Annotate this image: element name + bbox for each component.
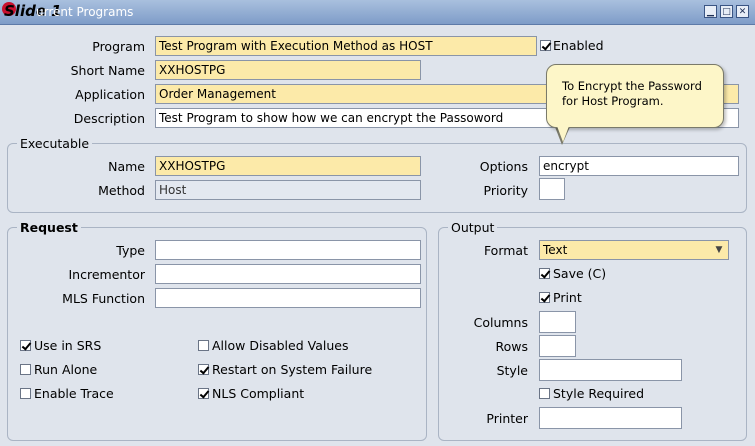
printer-input[interactable] (539, 407, 682, 429)
program-input[interactable]: Test Program with Execution Method as HO… (155, 36, 537, 56)
allow-disabled-values-checkbox[interactable] (198, 340, 209, 351)
executable-name-label: Name (108, 159, 145, 174)
executable-name-input[interactable]: XXHOSTPG (155, 156, 421, 176)
priority-label: Priority (483, 183, 529, 198)
maximize-icon[interactable]: □ (720, 5, 733, 18)
short-name-label: Short Name (70, 63, 145, 78)
enabled-label: Enabled (553, 38, 604, 53)
print-checkbox[interactable] (539, 292, 550, 303)
style-required-checkbox[interactable] (539, 388, 550, 399)
method-input[interactable]: Host (155, 180, 421, 200)
style-input[interactable] (539, 359, 682, 381)
use-in-srs-label: Use in SRS (34, 338, 102, 353)
program-label: Program (92, 39, 145, 54)
tooltip-text: To Encrypt the Password for Host Program… (562, 79, 702, 108)
type-input[interactable] (155, 240, 421, 260)
save-label: Save (C) (553, 266, 607, 281)
run-alone-checkbox[interactable] (20, 364, 31, 375)
chevron-down-icon[interactable]: ▼ (711, 242, 727, 258)
tooltip-tail-inner (557, 126, 569, 142)
columns-input[interactable] (539, 311, 576, 333)
priority-input[interactable] (539, 178, 565, 200)
rows-label: Rows (495, 339, 528, 354)
output-group-title: Output (448, 220, 498, 235)
format-value: Text (543, 243, 568, 257)
print-label: Print (553, 290, 582, 305)
encrypt-tooltip: To Encrypt the Password for Host Program… (546, 64, 724, 128)
restart-on-failure-label: Restart on System Failure (212, 362, 373, 377)
mls-function-input[interactable] (155, 288, 421, 308)
options-label: Options (479, 159, 528, 174)
application-label: Application (75, 87, 145, 102)
format-label: Format (483, 243, 528, 258)
minimize-icon[interactable]: ▁ (704, 5, 717, 18)
style-required-label: Style Required (553, 386, 645, 401)
request-group-title: Request (17, 220, 81, 235)
nls-compliant-checkbox[interactable] (198, 388, 209, 399)
incrementor-input[interactable] (155, 264, 421, 284)
printer-label: Printer (486, 411, 528, 426)
type-label: Type (116, 243, 145, 258)
description-label: Description (73, 111, 145, 126)
enabled-checkbox[interactable] (540, 40, 551, 51)
run-alone-label: Run Alone (34, 362, 98, 377)
executable-group-title: Executable (17, 136, 93, 151)
style-label: Style (496, 363, 528, 378)
window-title: urrent Programs (36, 5, 134, 19)
enable-trace-label: Enable Trace (34, 386, 114, 401)
mls-function-label: MLS Function (62, 291, 145, 306)
enable-trace-checkbox[interactable] (20, 388, 31, 399)
allow-disabled-values-label: Allow Disabled Values (212, 338, 349, 353)
columns-label: Columns (473, 315, 528, 330)
rows-input[interactable] (539, 335, 576, 357)
save-checkbox[interactable] (539, 268, 550, 279)
restart-on-failure-checkbox[interactable] (198, 364, 209, 375)
executable-group (7, 143, 747, 213)
use-in-srs-checkbox[interactable] (20, 340, 31, 351)
method-label: Method (98, 183, 145, 198)
incrementor-label: Incrementor (68, 267, 145, 282)
format-select[interactable]: Text ▼ (539, 240, 729, 260)
nls-compliant-label: NLS Compliant (212, 386, 305, 401)
short-name-input[interactable]: XXHOSTPG (155, 60, 421, 80)
options-input[interactable]: encrypt (539, 156, 739, 176)
close-icon[interactable]: ✕ (736, 5, 749, 18)
window-titlebar: Slide 1 urrent Programs ▁ □ ✕ (0, 0, 755, 25)
